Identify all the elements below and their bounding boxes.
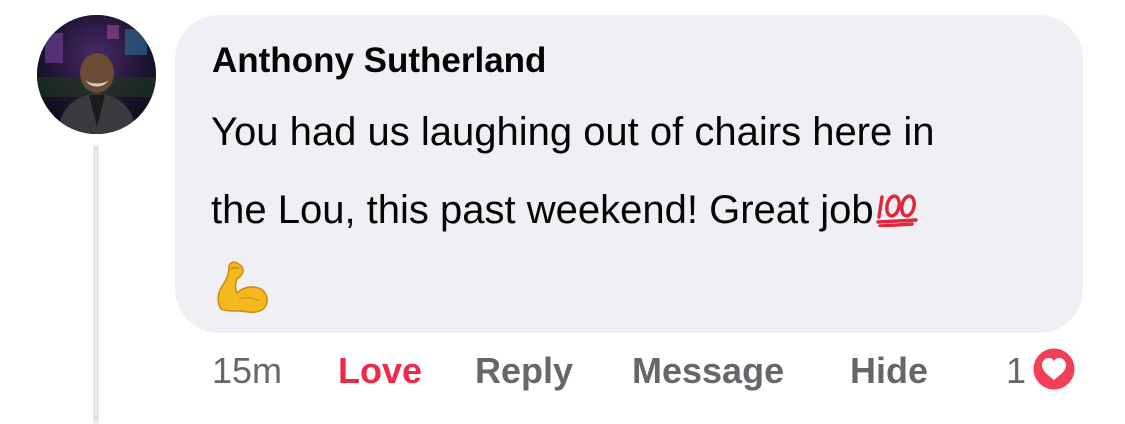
flexed-biceps-emoji: [213, 259, 269, 341]
comment-text-line-1: You had us laughing out of chairs here i…: [211, 110, 935, 154]
love-reaction-button[interactable]: Love: [338, 346, 422, 396]
message-button[interactable]: Message: [632, 346, 784, 396]
comment-text-line-2-wrap: the Lou, this past weekend! Great job: [211, 171, 1061, 249]
avatar-photo: [37, 15, 156, 134]
comment-text: You had us laughing out of chairs here i…: [211, 93, 1061, 327]
hundred-points-emoji: [875, 175, 922, 253]
thread-line: [93, 145, 99, 424]
reply-button[interactable]: Reply: [475, 346, 573, 396]
comment-bubble: Anthony Sutherland You had us laughing o…: [175, 15, 1083, 333]
hide-button[interactable]: Hide: [850, 346, 928, 396]
comment-author[interactable]: Anthony Sutherland: [212, 41, 546, 81]
comment-timestamp[interactable]: 15m: [212, 346, 282, 396]
avatar[interactable]: [37, 15, 156, 134]
comment-text-line-3: [211, 249, 1061, 327]
love-heart-icon: [1030, 345, 1078, 398]
reaction-summary[interactable]: 1: [1006, 345, 1078, 398]
comment-text-line-2: the Lou, this past weekend! Great job: [211, 188, 874, 232]
reaction-count: 1: [1006, 350, 1027, 391]
